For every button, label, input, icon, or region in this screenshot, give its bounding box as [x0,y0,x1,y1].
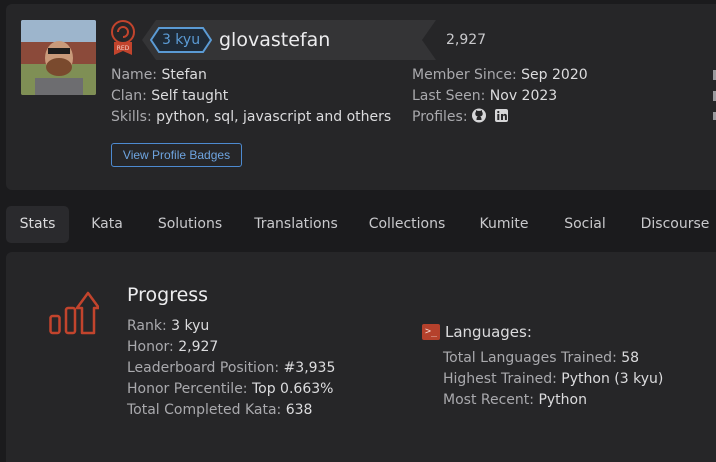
avatar[interactable] [21,20,96,95]
rank-pill-label: 3 kyu [161,32,201,48]
info-clan: Clan: Self taught [111,87,228,105]
tab-solutions[interactable]: Solutions [157,206,223,243]
honor-count: 2,927 [446,32,487,48]
stat-value: 638 [285,402,313,418]
tab-discourse[interactable]: Discourse [638,206,712,243]
languages-title: Languages: [445,323,532,341]
tab-kata[interactable]: Kata [86,206,128,243]
info-key: Profiles: [412,109,468,125]
info-key: Name: [111,67,158,83]
info-key: Member Since: [412,67,517,83]
info-key: Skills: [111,109,152,125]
lang-total-trained: Total Languages Trained: 58 [443,349,639,367]
stat-key: Total Completed Kata: [127,402,282,418]
stat-key: Honor: [127,339,174,355]
lang-highest-trained: Highest Trained: Python (3 kyu) [443,370,663,388]
avatar-photo [21,20,96,95]
info-profiles: Profiles: [412,108,510,126]
lang-key: Highest Trained: [443,371,557,387]
stat-key: Leaderboard Position: [127,360,280,376]
info-value: Stefan [161,67,207,83]
lang-value: Python (3 kyu) [561,371,664,387]
stat-value: #3,935 [283,360,336,376]
info-member-since: Member Since: Sep 2020 [412,66,588,84]
stat-total-completed-kata: Total Completed Kata: 638 [127,401,312,419]
lang-key: Total Languages Trained: [443,350,617,366]
rank-pill: 3 kyu [150,27,212,53]
stat-key: Honor Percentile: [127,381,248,397]
stat-value: Top 0.663% [251,381,334,397]
terminal-icon: >_ [422,324,440,340]
stat-honor: Honor: 2,927 [127,338,218,356]
tab-kumite[interactable]: Kumite [476,206,532,243]
lang-value: Python [538,392,587,408]
github-icon[interactable] [472,108,486,123]
info-value: Self taught [151,88,229,104]
linkedin-icon[interactable] [495,109,508,122]
info-key: Clan: [111,88,147,104]
username: glovastefan [219,29,331,51]
progress-chart-icon [49,291,99,335]
stat-honor-percentile: Honor Percentile: Top 0.663% [127,380,333,398]
rank-badge-icon: RED [111,20,135,55]
stat-value: 3 kyu [171,318,210,334]
lang-key: Most Recent: [443,392,534,408]
rank-badge-label: RED [117,45,130,52]
tab-social[interactable]: Social [562,206,608,243]
info-value: Nov 2023 [489,88,558,104]
tab-collections[interactable]: Collections [368,206,446,243]
lang-value: 58 [621,350,640,366]
progress-title: Progress [127,284,209,306]
info-value: Sep 2020 [521,67,588,83]
stat-key: Rank: [127,318,167,334]
info-key: Last Seen: [412,88,486,104]
info-name: Name: Stefan [111,66,207,84]
lang-most-recent: Most Recent: Python [443,391,587,409]
stat-rank: Rank: 3 kyu [127,317,209,335]
stat-value: 2,927 [178,339,219,355]
tab-stats[interactable]: Stats [6,206,69,243]
stat-leaderboard-position: Leaderboard Position: #3,935 [127,359,335,377]
profile-links [472,108,508,123]
tab-translations[interactable]: Translations [254,206,338,243]
info-last-seen: Last Seen: Nov 2023 [412,87,557,105]
info-value: python, sql, javascript and others [156,109,392,125]
info-skills: Skills: python, sql, javascript and othe… [111,108,391,126]
view-profile-badges-button[interactable]: View Profile Badges [111,143,242,167]
